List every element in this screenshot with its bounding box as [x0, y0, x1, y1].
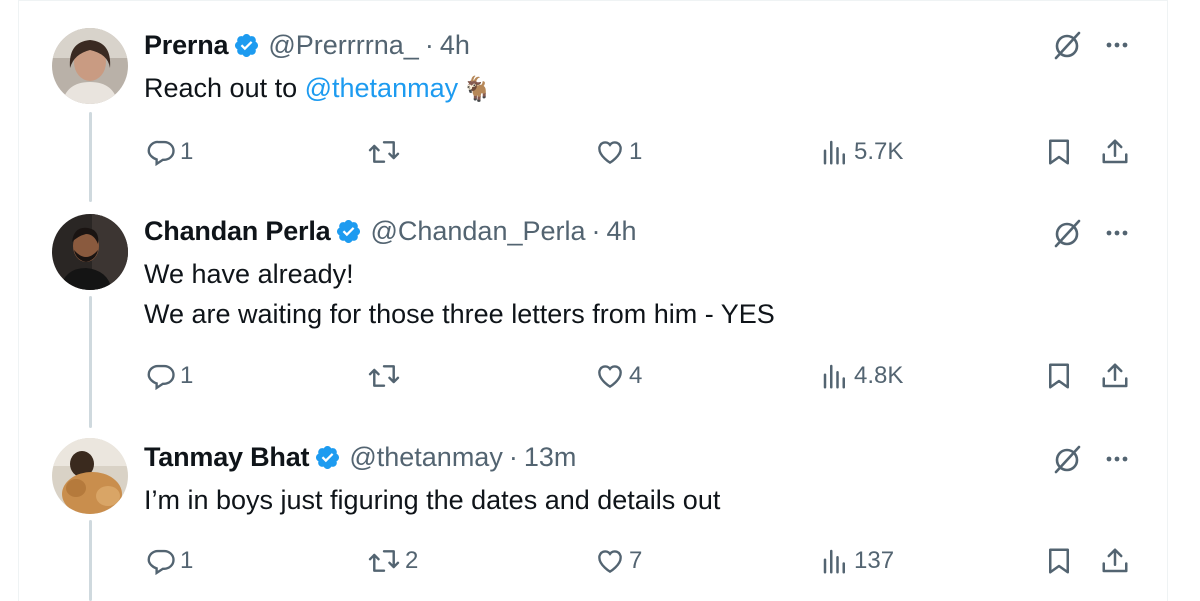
- author-handle[interactable]: @Prerrrrna_: [268, 30, 418, 61]
- reply-icon: [147, 549, 175, 576]
- views-button[interactable]: 137: [820, 541, 894, 581]
- bookmark-button[interactable]: [1044, 541, 1074, 581]
- like-count: 7: [629, 547, 643, 574]
- bookmark-icon: [1049, 548, 1069, 574]
- reply-button[interactable]: 1: [146, 132, 193, 172]
- bookmark-button[interactable]: [1044, 132, 1074, 172]
- repost-button[interactable]: [367, 132, 405, 172]
- more-options-icon[interactable]: [1100, 28, 1134, 62]
- share-button[interactable]: [1100, 132, 1130, 172]
- tweet-text: Reach out to @thetanmay 🐐: [144, 68, 492, 110]
- like-icon: [598, 550, 622, 574]
- timestamp[interactable]: 13m: [524, 442, 577, 473]
- tweet-text-line: We are waiting for those three letters f…: [144, 299, 775, 329]
- reply-count: 1: [180, 547, 194, 574]
- grok-icon[interactable]: [1050, 28, 1084, 62]
- bookmark-icon: [1049, 363, 1069, 389]
- share-button[interactable]: [1100, 541, 1130, 581]
- share-icon: [1102, 363, 1128, 388]
- share-button[interactable]: [1100, 356, 1130, 396]
- views-icon: [823, 140, 845, 165]
- like-button[interactable]: 1: [595, 132, 642, 172]
- separator: ·: [508, 441, 518, 472]
- action-bar: 1 4 4.8K: [0, 356, 1200, 396]
- reply-icon: [147, 140, 175, 167]
- author-name[interactable]: Tanmay Bhat: [144, 442, 310, 473]
- bookmark-icon: [1049, 139, 1069, 165]
- views-button[interactable]: 5.7K: [820, 132, 903, 172]
- repost-button[interactable]: [367, 356, 405, 396]
- views-icon: [823, 549, 845, 574]
- avatar[interactable]: [52, 438, 128, 514]
- author-name[interactable]: Chandan Perla: [144, 216, 331, 247]
- repost-icon: [368, 365, 400, 387]
- goat-emoji: 🐐: [462, 76, 492, 103]
- views-icon: [823, 364, 845, 389]
- tweet-text-line: We have already!: [144, 259, 354, 289]
- timestamp[interactable]: 4h: [440, 30, 470, 61]
- avatar[interactable]: [52, 214, 128, 290]
- reply-count: 1: [180, 138, 194, 165]
- verified-badge-icon: [314, 444, 341, 471]
- like-button[interactable]: 4: [595, 356, 642, 396]
- timestamp[interactable]: 4h: [607, 216, 637, 247]
- separator: ·: [591, 215, 601, 246]
- separator: ·: [424, 29, 434, 60]
- author-handle[interactable]: @Chandan_Perla: [370, 216, 585, 247]
- action-bar: 1 2 7 137: [0, 541, 1200, 581]
- view-count: 137: [854, 547, 895, 574]
- tweet-header: Prerna @Prerrrrna_ · 4h: [144, 28, 470, 62]
- verified-badge-icon: [335, 218, 362, 245]
- avatar[interactable]: [52, 28, 128, 104]
- tweet-header: Tanmay Bhat @thetanmay · 13m: [144, 440, 576, 474]
- repost-icon: [368, 550, 400, 572]
- like-icon: [598, 141, 622, 165]
- view-count: 5.7K: [854, 138, 904, 165]
- like-icon: [598, 365, 622, 389]
- more-options-icon[interactable]: [1100, 216, 1134, 250]
- tweet-text-line: I’m in boys just figuring the dates and …: [144, 485, 721, 515]
- tweet-text-plain: Reach out to: [144, 73, 305, 103]
- like-count: 1: [629, 138, 643, 165]
- view-count: 4.8K: [854, 362, 904, 389]
- mention-link[interactable]: @thetanmay: [305, 73, 458, 103]
- action-bar: 1 1 5.7K: [0, 132, 1200, 172]
- repost-count: 2: [405, 547, 419, 574]
- grok-icon[interactable]: [1050, 216, 1084, 250]
- reply-icon: [147, 364, 175, 391]
- share-icon: [1102, 139, 1128, 164]
- like-count: 4: [629, 362, 643, 389]
- grok-icon[interactable]: [1050, 442, 1084, 476]
- author-handle[interactable]: @thetanmay: [349, 442, 502, 473]
- verified-badge-icon: [233, 32, 260, 59]
- share-icon: [1102, 548, 1128, 573]
- author-name[interactable]: Prerna: [144, 30, 229, 61]
- reply-count: 1: [180, 362, 194, 389]
- reply-button[interactable]: 1: [146, 356, 193, 396]
- repost-button[interactable]: 2: [367, 541, 418, 581]
- bookmark-button[interactable]: [1044, 356, 1074, 396]
- more-options-icon[interactable]: [1100, 442, 1134, 476]
- tweet-header: Chandan Perla @Chandan_Perla · 4h: [144, 214, 637, 248]
- like-button[interactable]: 7: [595, 541, 642, 581]
- reply-button[interactable]: 1: [146, 541, 193, 581]
- repost-icon: [368, 141, 400, 163]
- views-button[interactable]: 4.8K: [820, 356, 903, 396]
